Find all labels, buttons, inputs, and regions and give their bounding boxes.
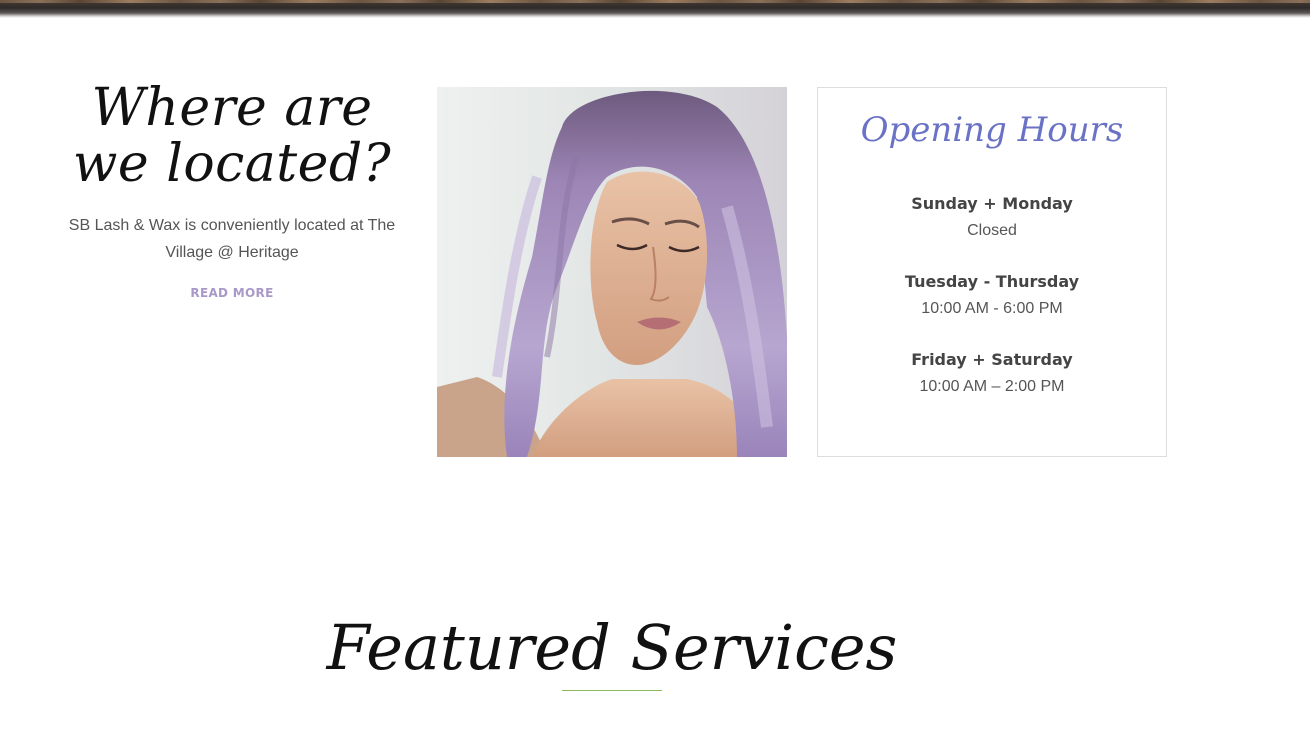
location-section: Where are we located? SB Lash & Wax is c… [62, 80, 402, 301]
header-image-texture [0, 0, 1310, 3]
hours-group: Tuesday - Thursday 10:00 AM - 6:00 PM [818, 268, 1166, 322]
opening-hours-card: Opening Hours Sunday + Monday Closed Tue… [817, 87, 1167, 457]
salon-photo [437, 87, 787, 457]
header-image-strip [0, 0, 1310, 18]
featured-services-title: Featured Services [326, 611, 898, 684]
hours-time: 10:00 AM - 6:00 PM [921, 300, 1063, 317]
hours-day: Friday + Saturday [911, 350, 1073, 369]
title-underline [562, 690, 662, 691]
hours-day: Sunday + Monday [911, 194, 1073, 213]
hours-list: Sunday + Monday Closed Tuesday - Thursda… [818, 190, 1166, 400]
hours-group: Friday + Saturday 10:00 AM – 2:00 PM [818, 346, 1166, 400]
hours-day: Tuesday - Thursday [904, 272, 1080, 291]
featured-services-section: Featured Services [0, 608, 1224, 691]
hours-time: Closed [967, 222, 1017, 239]
portrait-illustration [437, 87, 787, 457]
location-description: SB Lash & Wax is conveniently located at… [68, 217, 396, 261]
opening-hours-title: Opening Hours [860, 110, 1124, 150]
read-more-link[interactable]: READ MORE [190, 286, 273, 300]
location-title: Where are we located? [72, 78, 392, 194]
hours-time: 10:00 AM – 2:00 PM [919, 378, 1065, 395]
hours-group: Sunday + Monday Closed [818, 190, 1166, 244]
